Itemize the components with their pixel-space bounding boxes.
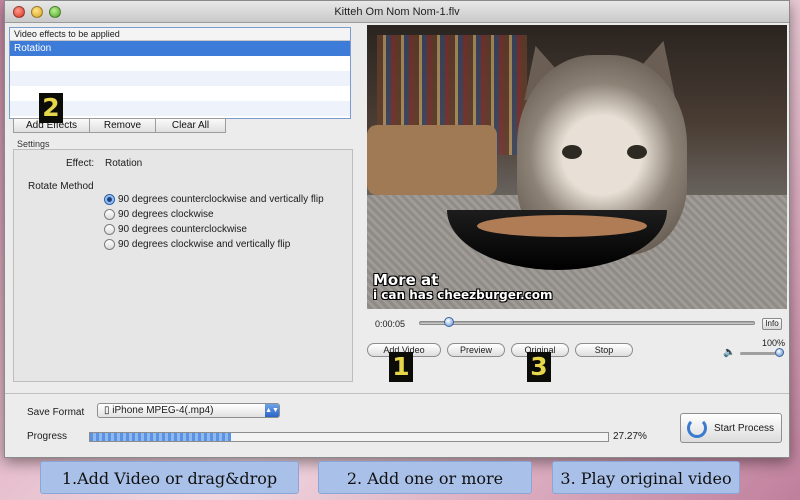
step-badge: 2 (39, 93, 63, 123)
save-format-label: Save Format (27, 407, 85, 418)
chevron-updown-icon: ▲▼ (265, 404, 279, 417)
step-badge: 1 (389, 352, 413, 382)
volume-slider[interactable] (740, 352, 780, 355)
rotate-option-label: 90 degrees counterclockwise and vertical… (118, 193, 324, 205)
effect-value: Rotation (105, 158, 143, 169)
save-format-select[interactable]: ▯ iPhone MPEG-4(.mp4) ▲▼ (97, 403, 280, 418)
video-preview[interactable]: More at i can has cheezburger.com (367, 25, 787, 309)
remove-button[interactable]: Remove (89, 118, 156, 133)
progress-label: Progress (27, 431, 68, 442)
rotate-option[interactable]: 90 degrees clockwise (104, 207, 214, 221)
playback-time: 0:00:05 (375, 319, 406, 329)
start-process-button[interactable]: Start Process (680, 413, 782, 443)
step-badge: 3 (527, 352, 551, 382)
close-button[interactable] (13, 6, 25, 18)
volume-level: 100% (762, 338, 786, 348)
app-window: Kitteh Om Nom Nom-1.flv Video effects to… (4, 0, 790, 458)
section-divider (5, 393, 789, 394)
progress-bar (89, 432, 609, 442)
watermark-line: More at (373, 271, 439, 289)
rotate-option[interactable]: 90 degrees counterclockwise and vertical… (104, 192, 324, 206)
progress-percent: 27.27% (613, 431, 647, 442)
kitten-eye (627, 145, 647, 159)
effects-list-header: Video effects to be applied (10, 28, 350, 41)
video-watermark: More at i can has cheezburger.com (373, 271, 553, 303)
watermark-line: i can has cheezburger.com (373, 288, 553, 302)
kitten-eye (562, 145, 582, 159)
rotate-method-label: Rotate Method (28, 181, 94, 192)
video-frame-sofa (367, 125, 497, 195)
rotate-option[interactable]: 90 degrees counterclockwise (104, 222, 247, 236)
speaker-icon: 🔈 (723, 347, 736, 358)
seek-slider[interactable] (419, 321, 755, 325)
refresh-icon (687, 418, 707, 438)
rotate-option-label: 90 degrees counterclockwise (118, 223, 247, 235)
rotate-option-label: 90 degrees clockwise and vertically flip (118, 238, 291, 250)
effect-label: Effect: (66, 158, 95, 169)
stop-button[interactable]: Stop (575, 343, 633, 357)
settings-group-label: Settings (17, 139, 50, 149)
food (477, 215, 647, 237)
radio-button[interactable] (104, 208, 115, 220)
preview-button[interactable]: Preview (447, 343, 505, 357)
rotate-option[interactable]: 90 degrees clockwise and vertically flip (104, 237, 290, 251)
minimize-button[interactable] (31, 6, 43, 18)
step-caption: 3. Play original video (552, 461, 740, 494)
radio-button[interactable] (104, 238, 115, 250)
effects-row[interactable] (10, 56, 350, 71)
progress-bar-fill (90, 433, 232, 441)
title-bar[interactable]: Kitteh Om Nom Nom-1.flv (5, 1, 789, 23)
effects-row[interactable] (10, 71, 350, 86)
zoom-button[interactable] (49, 6, 61, 18)
rotate-option-label: 90 degrees clockwise (118, 208, 214, 220)
step-caption: 1.Add Video or drag&drop video (40, 461, 299, 494)
window-title: Kitteh Om Nom Nom-1.flv (334, 6, 460, 18)
info-button[interactable]: Info (762, 318, 782, 330)
volume-knob[interactable] (775, 348, 784, 357)
clear-all-button[interactable]: Clear All (155, 118, 226, 133)
seek-knob[interactable] (444, 317, 455, 327)
start-process-label: Start Process (714, 422, 775, 434)
effects-row[interactable]: Rotation (10, 41, 350, 56)
save-format-value: iPhone MPEG-4(.mp4) (112, 405, 214, 416)
step-caption: 2. Add one or more effects (318, 461, 532, 494)
radio-button[interactable] (104, 223, 115, 235)
radio-button[interactable] (104, 193, 115, 205)
